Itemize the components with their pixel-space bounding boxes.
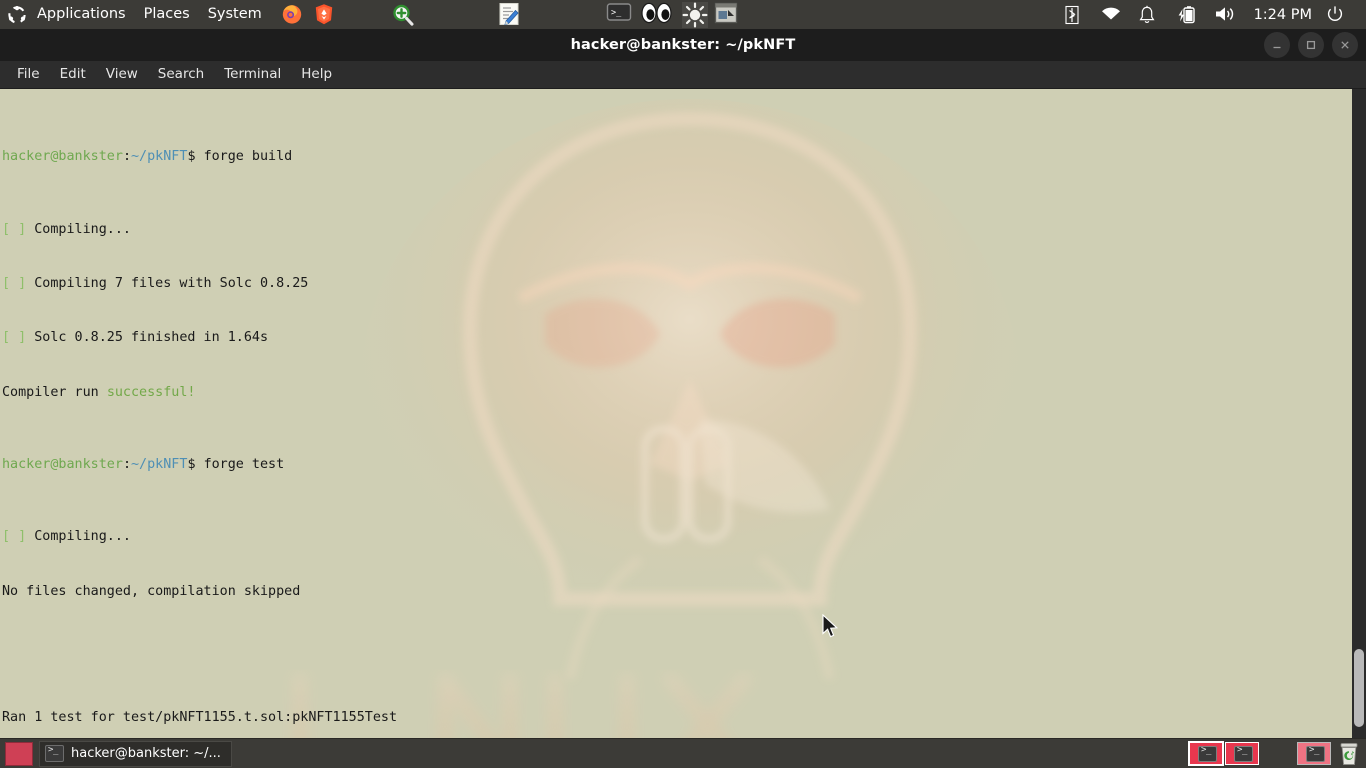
text-editor-launcher-icon[interactable] xyxy=(498,2,524,28)
terminal-icon xyxy=(45,745,64,762)
terminal-window: hacker@bankster: ~/pkNFT File Edit View … xyxy=(0,29,1366,740)
wifi-icon[interactable] xyxy=(1100,5,1126,25)
volume-icon[interactable] xyxy=(1214,5,1240,25)
workspace-4[interactable] xyxy=(1297,742,1331,765)
trash-icon[interactable] xyxy=(1338,742,1360,766)
panel-tray: 1:24 PM xyxy=(1056,0,1366,29)
window-title: hacker@bankster: ~/pkNFT xyxy=(570,37,796,53)
window-controls xyxy=(1256,29,1358,61)
terminal-line: hacker@bankster:~/pkNFT$ forge test xyxy=(2,456,285,472)
command-text: forge build xyxy=(203,149,293,165)
terminal-line: hacker@bankster:~/pkNFT$ forge build xyxy=(2,149,293,165)
workspace-window-icon xyxy=(1306,745,1325,762)
terminal-line: [ ] Compiling... xyxy=(2,529,131,545)
workspace-3[interactable] xyxy=(1261,742,1295,765)
taskbar-tray xyxy=(1188,739,1362,768)
battery-charging-icon[interactable] xyxy=(1176,5,1202,25)
task-button-label: hacker@bankster: ~/... xyxy=(71,746,221,761)
terminal-body[interactable]: hacker@bankster:~/pkNFT$ forge build [ ]… xyxy=(0,89,1366,740)
terminal-line: [ ] Compiling... xyxy=(2,221,131,237)
prompt-user: hacker@bankster xyxy=(2,149,123,165)
terminal-launcher-icon[interactable]: >_ xyxy=(606,2,632,28)
terminal-line: [ ] Solc 0.8.25 finished in 1.64s xyxy=(2,330,269,346)
power-icon[interactable] xyxy=(1326,5,1352,25)
menu-search[interactable]: Search xyxy=(148,61,214,88)
bluetooth-icon[interactable] xyxy=(1062,5,1088,25)
ubuntu-logo-icon[interactable] xyxy=(8,5,26,24)
terminal-line: No files changed, compilation skipped xyxy=(2,583,301,599)
workspace-2[interactable] xyxy=(1225,742,1259,765)
menu-file[interactable]: File xyxy=(7,61,50,88)
firefox-launcher-icon[interactable] xyxy=(280,2,306,28)
command-text: forge test xyxy=(203,456,285,472)
close-icon[interactable] xyxy=(1332,32,1358,58)
clock[interactable]: 1:24 PM xyxy=(1254,7,1312,23)
terminal-scrollbar[interactable] xyxy=(1352,89,1366,740)
menu-terminal[interactable]: Terminal xyxy=(214,61,291,88)
brightness-applet-icon[interactable] xyxy=(681,1,708,28)
menu-edit[interactable]: Edit xyxy=(50,61,96,88)
scrollbar-thumb[interactable] xyxy=(1354,649,1364,727)
eyes-applet-icon[interactable] xyxy=(638,2,676,28)
task-button-terminal[interactable]: hacker@bankster: ~/... xyxy=(39,740,232,767)
workspace-window-icon xyxy=(1198,745,1217,762)
terminal-line: Ran 1 test for test/pkNFT1155.t.sol:pkNF… xyxy=(2,710,398,726)
menu-view[interactable]: View xyxy=(96,61,148,88)
brave-launcher-icon[interactable] xyxy=(312,2,338,28)
maximize-icon[interactable] xyxy=(1298,32,1324,58)
terminal-line: [ ] Compiling 7 files with Solc 0.8.25 xyxy=(2,275,309,291)
menu-places[interactable]: Places xyxy=(135,0,199,29)
top-panel: Applications Places System >_ 1:24 PM xyxy=(0,0,1366,30)
svg-text:>_: >_ xyxy=(611,8,622,18)
menu-system[interactable]: System xyxy=(199,0,271,29)
bell-icon[interactable] xyxy=(1138,5,1164,25)
taskbar: hacker@bankster: ~/... xyxy=(0,738,1366,768)
terminal-line: Compiler run successful! xyxy=(2,384,196,400)
minimize-icon[interactable] xyxy=(1264,32,1290,58)
workspace-window-icon xyxy=(1234,745,1253,762)
window-titlebar[interactable]: hacker@bankster: ~/pkNFT xyxy=(0,29,1366,61)
magnifier-launcher-icon[interactable] xyxy=(390,2,416,28)
workspace-switcher-icon[interactable] xyxy=(714,2,740,28)
menu-help[interactable]: Help xyxy=(291,61,342,88)
workspace-1[interactable] xyxy=(1188,741,1224,766)
menubar: File Edit View Search Terminal Help xyxy=(0,61,1366,89)
menu-applications[interactable]: Applications xyxy=(29,0,135,29)
terminal-output: hacker@bankster:~/pkNFT$ forge build [ ]… xyxy=(0,89,1366,740)
panel-launchers: >_ xyxy=(277,1,743,28)
show-desktop-button[interactable] xyxy=(5,741,33,766)
desktop-screen: Applications Places System >_ 1:24 PM ha… xyxy=(0,0,1366,768)
panel-menus: Applications Places System xyxy=(29,0,271,29)
